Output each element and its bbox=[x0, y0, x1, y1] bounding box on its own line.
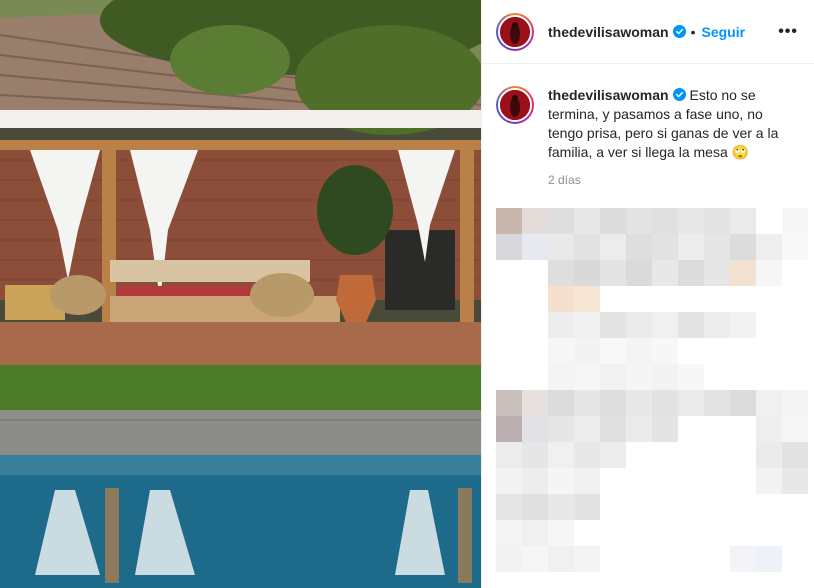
avatar-image bbox=[500, 16, 530, 47]
caption-avatar[interactable] bbox=[496, 86, 534, 124]
more-options-icon[interactable]: ••• bbox=[778, 23, 798, 41]
avatar-image bbox=[500, 90, 530, 120]
caption: thedevilisawoman Esto no se termina, y p… bbox=[482, 64, 814, 190]
post-photo[interactable] bbox=[0, 0, 481, 588]
post-image bbox=[0, 0, 481, 588]
caption-username[interactable]: thedevilisawoman bbox=[548, 87, 669, 103]
post-header: thedevilisawoman • Seguir ••• bbox=[482, 0, 814, 64]
post-timestamp[interactable]: 2 días bbox=[548, 171, 798, 190]
caption-body: thedevilisawoman Esto no se termina, y p… bbox=[548, 86, 798, 190]
post-side-panel: thedevilisawoman • Seguir ••• thedevilis… bbox=[481, 0, 814, 588]
header-separator: • bbox=[690, 23, 696, 40]
author-avatar[interactable] bbox=[496, 12, 534, 51]
follow-button[interactable]: Seguir bbox=[702, 24, 746, 40]
verified-badge-icon bbox=[672, 25, 686, 38]
pixelated-comments bbox=[496, 208, 814, 588]
verified-badge-icon bbox=[672, 88, 686, 101]
author-username[interactable]: thedevilisawoman bbox=[548, 24, 669, 40]
